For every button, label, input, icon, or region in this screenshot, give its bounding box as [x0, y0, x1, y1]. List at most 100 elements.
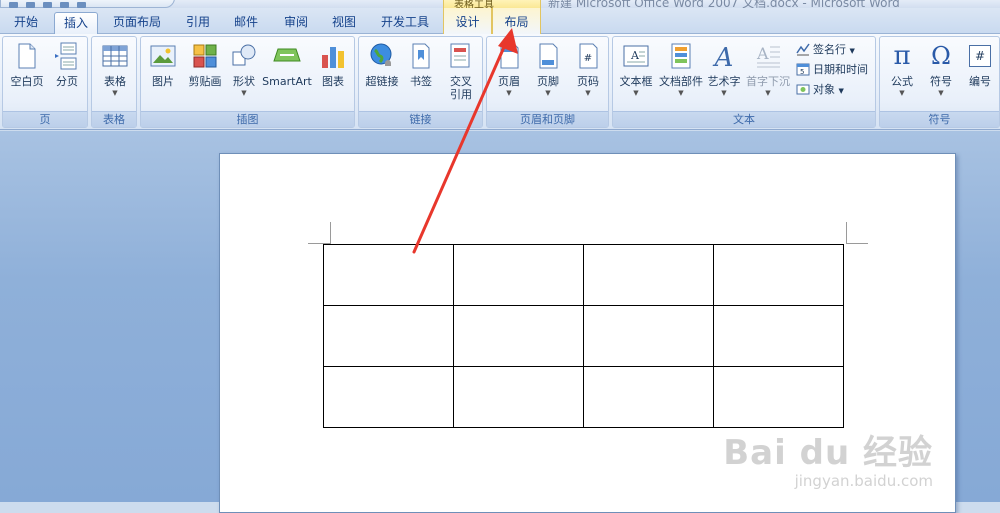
footer-button[interactable]: 页脚 ▼ — [529, 41, 567, 97]
picture-button[interactable]: 图片 — [144, 41, 182, 88]
header-dropdown-caret-icon: ▼ — [506, 89, 512, 97]
svg-text:5: 5 — [800, 68, 804, 76]
table-cell[interactable] — [713, 366, 844, 428]
bookmark-button[interactable]: 书签 — [403, 41, 439, 88]
document-table[interactable] — [323, 244, 844, 428]
page-number-icon: # — [579, 43, 598, 69]
textbox-button[interactable]: A 文本框 ▼ — [616, 41, 656, 97]
symbol-button[interactable]: Ω 符号 ▼ — [922, 41, 960, 97]
tab-developer[interactable]: 开发工具 — [372, 12, 438, 34]
shapes-button[interactable]: 形状 ▼ — [227, 41, 261, 97]
date-time-button[interactable]: 5 日期和时间 — [796, 61, 868, 79]
watermark-logo: Bai du 经验 — [723, 433, 933, 473]
tab-page-layout[interactable]: 页面布局 — [104, 12, 170, 34]
table-cell[interactable] — [453, 244, 584, 306]
cross-reference-icon — [450, 43, 470, 68]
object-button[interactable]: 对象 ▼ — [796, 81, 844, 99]
table-row — [323, 366, 844, 428]
table-cell[interactable] — [323, 366, 454, 428]
pi-equation-icon: π — [893, 41, 911, 71]
svg-text:A: A — [630, 49, 640, 62]
object-label: 对象 — [813, 83, 835, 96]
ribbon-tab-bar: 开始 插入 页面布局 引用 邮件 审阅 视图 开发工具 设计 布局 — [0, 8, 1000, 35]
table-dropdown-caret-icon: ▼ — [112, 89, 118, 97]
table-cell[interactable] — [713, 305, 844, 367]
page-break-label: 分页 — [56, 75, 78, 88]
wordart-label: 艺术字 — [707, 75, 741, 88]
page-break-button[interactable]: 分页 — [49, 41, 85, 88]
quick-access-toolbar[interactable] — [0, 0, 175, 8]
footer-icon — [539, 43, 558, 69]
svg-text:#: # — [584, 53, 592, 64]
footer-label: 页脚 — [537, 75, 559, 88]
hyperlink-globe-icon — [370, 43, 392, 66]
table-tools-label: 表格工具 — [454, 0, 494, 8]
table-cell[interactable] — [323, 244, 454, 306]
table-icon — [102, 45, 128, 67]
group-tables-label: 表格 — [92, 111, 136, 127]
document-workspace: Bai du 经验 jingyan.baidu.com — [0, 131, 1000, 513]
window-title: 新建 Microsoft Office Word 2007 文档.docx - … — [548, 0, 900, 8]
numbering-label: 编号 — [969, 75, 991, 88]
page-break-icon — [55, 42, 77, 70]
tab-review[interactable]: 审阅 — [274, 12, 318, 34]
date-time-label: 日期和时间 — [813, 63, 868, 76]
smartart-button[interactable]: SmartArt — [261, 41, 313, 88]
document-page[interactable]: Bai du 经验 jingyan.baidu.com — [219, 153, 956, 513]
hyperlink-label: 超链接 — [365, 75, 399, 88]
dropcap-dropdown-caret-icon: ▼ — [765, 89, 771, 97]
table-cell[interactable] — [583, 244, 714, 306]
textbox-icon: A — [623, 45, 649, 67]
dropcap-button: A 首字下沉 ▼ — [745, 41, 791, 97]
table-button[interactable]: 表格 ▼ — [96, 41, 134, 97]
equation-button[interactable]: π 公式 ▼ — [883, 41, 921, 97]
table-cell[interactable] — [713, 244, 844, 306]
tab-layout[interactable]: 布局 — [492, 8, 541, 34]
signature-line-icon — [796, 43, 810, 56]
blank-page-button[interactable]: 空白页 — [7, 41, 47, 88]
group-header-footer-label: 页眉和页脚 — [487, 111, 608, 127]
group-pages: 空白页 分页 页 — [2, 36, 88, 128]
hyperlink-button[interactable]: 超链接 — [362, 41, 402, 88]
signature-line-button[interactable]: 签名行 ▼ — [796, 41, 855, 59]
dropcap-label: 首字下沉 — [746, 75, 790, 88]
page-number-dropdown-caret-icon: ▼ — [585, 89, 591, 97]
omega-symbol-icon: Ω — [931, 42, 951, 70]
quick-parts-button[interactable]: 文档部件 ▼ — [657, 41, 705, 97]
clipart-label: 剪贴画 — [188, 75, 222, 88]
tab-home[interactable]: 开始 — [4, 12, 48, 34]
table-cell[interactable] — [583, 366, 714, 428]
picture-label: 图片 — [152, 75, 174, 88]
calendar-icon: 5 — [796, 63, 810, 76]
wordart-button[interactable]: A 艺术字 ▼ — [705, 41, 743, 97]
tab-references[interactable]: 引用 — [176, 12, 220, 34]
header-button[interactable]: 页眉 ▼ — [490, 41, 528, 97]
object-icon — [796, 84, 810, 95]
numbering-button[interactable]: # 编号 — [961, 41, 999, 88]
group-links: 超链接 书签 交叉 引用 链接 — [358, 36, 483, 128]
table-cell[interactable] — [453, 366, 584, 428]
cross-reference-button[interactable]: 交叉 引用 — [441, 41, 481, 101]
table-cell[interactable] — [323, 305, 454, 367]
table-row — [323, 244, 844, 306]
table-cell[interactable] — [453, 305, 584, 367]
svg-text:A: A — [756, 44, 769, 63]
group-text: A 文本框 ▼ 文档部件 ▼ A 艺术字 ▼ A 首字下沉 ▼ 签名行 ▼ 5 日… — [612, 36, 876, 128]
smartart-label: SmartArt — [262, 75, 312, 88]
tab-insert[interactable]: 插入 — [54, 12, 98, 35]
page-number-button[interactable]: # 页码 ▼ — [569, 41, 607, 97]
table-cell[interactable] — [583, 305, 714, 367]
cross-reference-label-line1: 交叉 — [450, 75, 472, 88]
chart-button[interactable]: 图表 — [315, 41, 351, 88]
symbol-dropdown-caret-icon: ▼ — [938, 89, 944, 97]
tab-design[interactable]: 设计 — [443, 8, 492, 34]
chart-icon — [322, 47, 344, 68]
blank-page-icon — [18, 43, 36, 69]
equation-label: 公式 — [891, 75, 913, 88]
crop-mark-top-right-vertical — [846, 222, 847, 244]
tab-mailings[interactable]: 邮件 — [224, 12, 268, 34]
bookmark-icon — [412, 43, 430, 69]
clipart-button[interactable]: 剪贴画 — [183, 41, 227, 88]
equation-dropdown-caret-icon: ▼ — [899, 89, 905, 97]
tab-view[interactable]: 视图 — [322, 12, 366, 34]
